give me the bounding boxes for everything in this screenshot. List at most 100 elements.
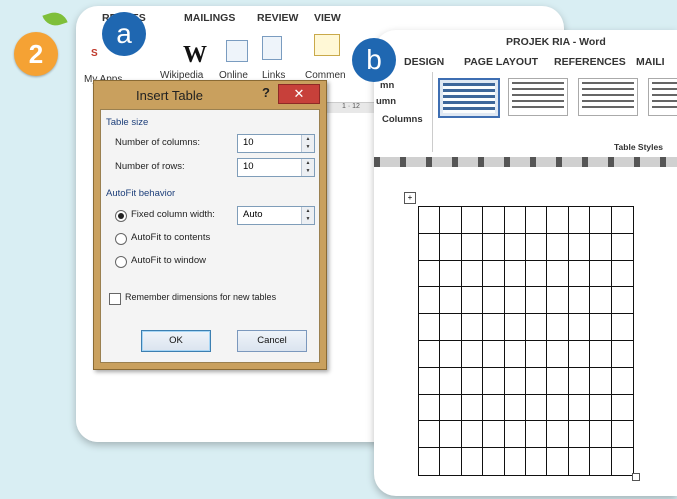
table-cell[interactable]	[504, 207, 526, 234]
table-cell[interactable]	[526, 367, 548, 395]
table-style-selected[interactable]	[438, 78, 500, 118]
inserted-table[interactable]	[418, 206, 634, 476]
table-cell[interactable]	[440, 233, 462, 261]
table-style-4[interactable]	[648, 78, 677, 116]
table-cell[interactable]	[461, 260, 484, 288]
table-cell[interactable]	[568, 341, 591, 368]
table-cell[interactable]	[590, 421, 612, 449]
table-cell[interactable]	[568, 233, 591, 261]
table-cell[interactable]	[568, 207, 591, 234]
table-cell[interactable]	[461, 207, 484, 234]
table-cell[interactable]	[526, 421, 548, 449]
table-cell[interactable]	[483, 287, 505, 315]
table-cell[interactable]	[419, 341, 441, 368]
table-cell[interactable]	[440, 367, 462, 395]
columns-value[interactable]: 10	[243, 137, 254, 148]
table-cell[interactable]	[590, 287, 612, 315]
table-cell[interactable]	[419, 394, 441, 422]
table-cell[interactable]	[526, 394, 548, 422]
table-cell[interactable]	[547, 260, 569, 288]
table-cell[interactable]	[504, 341, 526, 368]
spinner-arrows-icon[interactable]: ▲ ▼	[301, 159, 314, 176]
table-cell[interactable]	[590, 314, 612, 341]
table-cell[interactable]	[568, 394, 591, 422]
cancel-button[interactable]: Cancel	[237, 330, 307, 352]
table-cell[interactable]	[526, 233, 548, 261]
table-cell[interactable]	[547, 287, 569, 315]
table-cell[interactable]	[440, 341, 462, 368]
table-cell[interactable]	[504, 260, 526, 288]
table-cell[interactable]	[461, 341, 484, 368]
table-cell[interactable]	[483, 394, 505, 422]
remember-dimensions-checkbox[interactable]	[109, 293, 121, 305]
table-cell[interactable]	[419, 421, 441, 449]
option-column-1[interactable]: mn	[380, 80, 394, 91]
table-cell[interactable]	[590, 207, 612, 234]
table-cell[interactable]	[461, 367, 484, 395]
table-cell[interactable]	[483, 207, 505, 234]
table-cell[interactable]	[611, 395, 633, 422]
columns-spinner[interactable]: 10 ▲ ▼	[237, 134, 315, 153]
table-cell[interactable]	[440, 207, 462, 234]
spinner-arrows-icon[interactable]: ▲ ▼	[301, 135, 314, 152]
table-cell[interactable]	[440, 260, 462, 288]
table-cell[interactable]	[440, 314, 462, 341]
table-cell[interactable]	[504, 287, 526, 315]
table-cell[interactable]	[483, 314, 505, 341]
table-cell[interactable]	[526, 448, 548, 475]
store-button[interactable]: S	[91, 48, 98, 59]
table-cell[interactable]	[547, 421, 569, 449]
table-cell[interactable]	[483, 260, 505, 288]
table-cell[interactable]	[526, 207, 548, 234]
table-cell[interactable]	[612, 448, 633, 475]
option-banded-columns[interactable]: Columns	[382, 114, 423, 125]
rows-value[interactable]: 10	[243, 161, 254, 172]
table-cell[interactable]	[590, 341, 612, 368]
fixed-width-spinner[interactable]: Auto ▲ ▼	[237, 206, 315, 225]
table-cell[interactable]	[526, 287, 548, 315]
table-cell[interactable]	[419, 314, 441, 341]
help-button[interactable]: ?	[262, 85, 270, 100]
table-cell[interactable]	[568, 287, 591, 315]
table-cell[interactable]	[547, 367, 569, 395]
table-cell[interactable]	[568, 421, 591, 449]
table-cell[interactable]	[419, 207, 441, 234]
dialog-titlebar[interactable]: Insert Table ? ✕	[94, 81, 326, 109]
table-cell[interactable]	[568, 314, 591, 341]
table-cell[interactable]	[590, 367, 612, 395]
table-cell[interactable]	[547, 448, 569, 475]
table-resize-handle[interactable]	[632, 473, 640, 481]
table-cell[interactable]	[419, 233, 441, 261]
table-cell[interactable]	[611, 314, 633, 341]
table-cell[interactable]	[590, 233, 612, 261]
table-cell[interactable]	[611, 234, 633, 261]
rows-spinner[interactable]: 10 ▲ ▼	[237, 158, 315, 177]
fixed-width-radio[interactable]	[115, 210, 127, 222]
tab-review[interactable]: REVIEW	[257, 12, 298, 24]
table-style-3[interactable]	[578, 78, 638, 116]
tab-mailings[interactable]: MAILINGS	[184, 12, 235, 24]
table-cell[interactable]	[461, 233, 484, 261]
table-cell[interactable]	[483, 448, 505, 475]
table-cell[interactable]	[419, 367, 441, 395]
ok-button[interactable]: OK	[141, 330, 211, 352]
table-cell[interactable]	[440, 421, 462, 449]
table-cell[interactable]	[611, 207, 633, 234]
table-cell[interactable]	[505, 448, 526, 475]
table-cell[interactable]	[611, 368, 633, 395]
table-cell[interactable]	[526, 341, 548, 368]
table-cell[interactable]	[526, 314, 548, 341]
table-cell[interactable]	[461, 287, 484, 315]
table-cell[interactable]	[419, 448, 441, 475]
table-cell[interactable]	[440, 287, 462, 315]
autofit-contents-radio[interactable]	[115, 233, 127, 245]
table-cell[interactable]	[440, 394, 462, 422]
table-move-handle-icon[interactable]: +	[404, 192, 416, 204]
table-cell[interactable]	[568, 367, 591, 395]
table-cell[interactable]	[611, 421, 633, 449]
table-cell[interactable]	[483, 367, 505, 395]
table-cell[interactable]	[440, 448, 462, 475]
table-cell[interactable]	[590, 448, 612, 475]
table-style-2[interactable]	[508, 78, 568, 116]
spinner-arrows-icon[interactable]: ▲ ▼	[301, 207, 314, 224]
